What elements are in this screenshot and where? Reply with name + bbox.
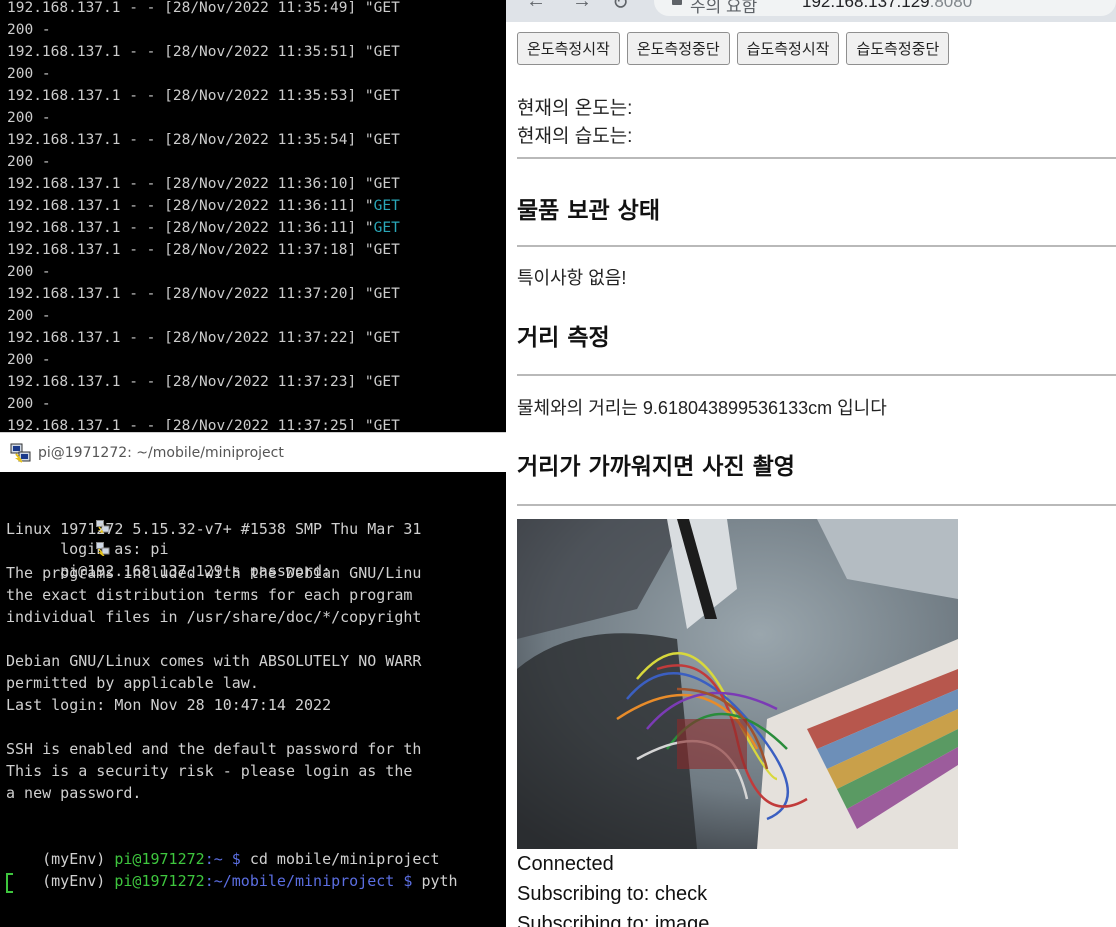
log-line: 192.168.137.1 - - [28/Nov/2022 11:35:54]…: [7, 132, 400, 148]
browser-toolbar: ← → ↻ 주의 요함 192.168.137.129:8080: [506, 0, 1116, 22]
log-line: 200 -: [7, 154, 51, 170]
camera-image: [517, 519, 958, 849]
log-line: 200 -: [7, 66, 51, 82]
log-line: 192.168.137.1 - - [28/Nov/2022 11:36:11]…: [7, 195, 400, 217]
log-line: 192.168.137.1 - - [28/Nov/2022 11:37:20]…: [7, 286, 400, 302]
divider: [517, 157, 1116, 159]
log-line-text: 192.168.137.1 - - [28/Nov/2022 11:36:11]…: [7, 198, 374, 214]
url-host: 192.168.137.129: [802, 0, 930, 11]
mqtt-status-subscribe-check: Subscribing to: check: [517, 883, 708, 905]
ssh-window-title: pi@1971272: ~/mobile/miniproject: [38, 445, 284, 461]
sensor-button-row: 온도측정시작 온도측정중단 습도측정시작 습도측정중단: [517, 32, 950, 65]
log-line: 200 -: [7, 264, 51, 280]
ssh-output-line: This is a security risk - please login a…: [6, 762, 413, 780]
log-line: 192.168.137.1 - - [28/Nov/2022 11:37:18]…: [7, 242, 400, 258]
ssh-output-line: The programs included with the Debian GN…: [6, 564, 422, 582]
prompt-path: :~/mobile/miniproject $: [204, 872, 422, 890]
log-line-text: 192.168.137.1 - - [28/Nov/2022 11:36:11]…: [7, 220, 374, 236]
humidity-reading: 현재의 습도는:: [517, 126, 633, 147]
back-arrow-icon[interactable]: ←: [526, 0, 546, 13]
url-port: :8080: [929, 0, 973, 11]
log-line: 200 -: [7, 22, 51, 38]
log-line: 192.168.137.1 - - [28/Nov/2022 11:35:53]…: [7, 88, 400, 104]
log-line: 192.168.137.1 - - [28/Nov/2022 11:35:51]…: [7, 44, 400, 60]
prompt-env: (myEnv): [42, 872, 115, 890]
divider: [517, 374, 1116, 376]
log-line: 192.168.137.1 - - [28/Nov/2022 11:36:11]…: [7, 217, 400, 239]
log-line: 200 -: [7, 110, 51, 126]
ssh-window-titlebar[interactable]: pi@1971272: ~/mobile/miniproject: [0, 432, 506, 473]
log-line: 192.168.137.1 - - [28/Nov/2022 11:37:25]…: [7, 418, 400, 430]
temperature-reading: 현재의 온도는:: [517, 98, 633, 119]
browser-window: ← → ↻ 주의 요함 192.168.137.129:8080 온도측정시작 …: [506, 0, 1116, 927]
log-line: 200 -: [7, 396, 51, 412]
server-log-terminal[interactable]: 192.168.137.1 - - [28/Nov/2022 11:35:49]…: [0, 0, 506, 430]
storage-status-heading: 물품 보관 상태: [517, 198, 660, 224]
forward-arrow-icon[interactable]: →: [572, 0, 592, 13]
mqtt-status-subscribe-image: Subscribing to: image: [517, 913, 710, 927]
ssh-terminal[interactable]: login as: pi pi@192.168.137.129's passwo…: [0, 472, 506, 927]
mqtt-status-connected: Connected: [517, 853, 614, 875]
ssh-output-line: Debian GNU/Linux comes with ABSOLUTELY N…: [6, 652, 422, 670]
url-text: 192.168.137.129:8080: [802, 0, 972, 12]
humidity-stop-button[interactable]: 습도측정중단: [846, 32, 950, 65]
log-line-method: GET: [373, 198, 400, 214]
distance-text: 물체와의 거리는 9.618043899536133cm 입니다: [517, 398, 887, 418]
ssh-output-line: Last login: Mon Nov 28 10:47:14 2022: [6, 696, 332, 714]
address-bar[interactable]: 주의 요함 192.168.137.129:8080: [654, 0, 1116, 16]
warning-icon: [672, 0, 682, 5]
humidity-start-button[interactable]: 습도측정시작: [736, 32, 840, 65]
ssh-output-line: Linux 1971272 5.15.32-v7+ #1538 SMP Thu …: [6, 520, 422, 538]
security-label: 주의 요함: [690, 0, 758, 16]
log-line: 192.168.137.1 - - [28/Nov/2022 11:37:23]…: [7, 374, 400, 390]
temperature-start-button[interactable]: 온도측정시작: [517, 32, 620, 65]
shell-prompt-line: (myEnv) pi@1971272:~/mobile/miniproject …: [6, 848, 458, 914]
reload-icon[interactable]: ↻: [612, 0, 629, 15]
ssh-output-line: individual files in /usr/share/doc/*/cop…: [6, 608, 422, 626]
divider: [517, 245, 1116, 247]
log-line: 200 -: [7, 308, 51, 324]
log-line: 192.168.137.1 - - [28/Nov/2022 11:37:22]…: [7, 330, 400, 346]
ssh-output-line: SSH is enabled and the default password …: [6, 740, 422, 758]
prompt-user: pi@1971272: [114, 872, 205, 890]
terminal-cursor: [6, 873, 13, 893]
log-line-method: GET: [373, 220, 400, 236]
temperature-stop-button[interactable]: 온도측정중단: [626, 32, 730, 65]
distance-heading: 거리 측정: [517, 325, 610, 351]
log-line: 200 -: [7, 352, 51, 368]
photo-heading: 거리가 가까워지면 사진 촬영: [517, 454, 795, 480]
divider: [517, 504, 1116, 506]
log-line: 192.168.137.1 - - [28/Nov/2022 11:36:10]…: [7, 176, 400, 192]
ssh-output-line: the exact distribution terms for each pr…: [6, 586, 413, 604]
log-line: 192.168.137.1 - - [28/Nov/2022 11:35:49]…: [7, 0, 400, 16]
storage-status-text: 특이사항 없음!: [517, 268, 627, 288]
ssh-output-line: permitted by applicable law.: [6, 674, 259, 692]
ssh-output-line: a new password.: [6, 784, 142, 802]
prompt-command: pyth: [421, 872, 458, 890]
putty-icon: [10, 443, 32, 463]
